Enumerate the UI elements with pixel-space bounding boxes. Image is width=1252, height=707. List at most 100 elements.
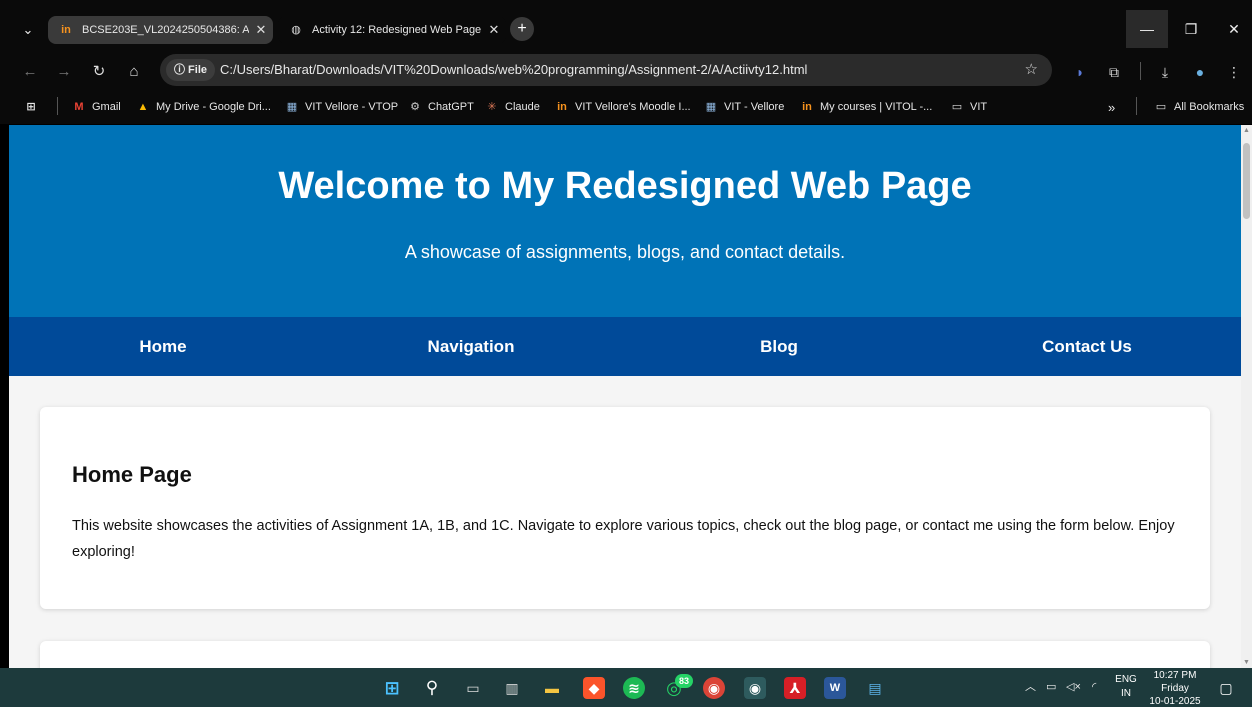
section-heading: Home Page xyxy=(72,462,192,487)
notification-center-icon[interactable]: ▢ xyxy=(1216,678,1236,698)
close-window-button[interactable]: ✕ xyxy=(1213,10,1252,48)
battery-icon[interactable]: ▭ xyxy=(1046,668,1056,707)
close-tab-icon[interactable]: ✕ xyxy=(482,22,506,38)
bookmark-gmail[interactable]: M Gmail xyxy=(72,98,121,116)
bookmark-vitol-courses[interactable]: in My courses | VITOL -... xyxy=(800,98,932,116)
bookmark-vtop[interactable]: ▦ VIT Vellore - VTOP xyxy=(285,98,398,116)
word-icon[interactable]: W xyxy=(824,677,846,699)
bookmark-label: VIT - Vellore xyxy=(724,101,785,113)
download-icon[interactable]: ⤓ xyxy=(1153,60,1177,84)
bookmarks-divider xyxy=(57,97,58,115)
bookmark-label: VIT Vellore - VTOP xyxy=(305,101,399,113)
browser-toolbar: ← → ↻ ⌂ ⓘ File C:/Users/Bharat/Downloads… xyxy=(0,54,1252,90)
nav-link-navigation[interactable]: Navigation xyxy=(317,317,625,376)
bookmark-chatgpt[interactable]: ⚙ ChatGPT xyxy=(408,98,474,116)
bookmark-vit-vellore[interactable]: ▦ VIT - Vellore xyxy=(704,98,785,116)
apps-grid-icon[interactable]: ⊞ xyxy=(24,98,44,116)
whatsapp-unread-badge: 83 xyxy=(675,674,693,688)
page-subtitle: A showcase of assignments, blogs, and co… xyxy=(404,242,846,262)
page-header: Welcome to My Redesigned Web Page A show… xyxy=(9,125,1241,317)
address-bar[interactable]: ⓘ File C:/Users/Bharat/Downloads/VIT%20D… xyxy=(160,54,1052,86)
wifi-icon[interactable]: ◜ xyxy=(1092,668,1096,707)
bookmarks-bar: ⊞ M Gmail ▲ My Drive - Google Dri... ▦ V… xyxy=(0,90,1252,124)
screen: ⌄ in BCSE203E_VL2024250504386: Assi ✕ ◍ … xyxy=(0,0,1252,707)
vtop-icon: ▦ xyxy=(286,101,298,113)
back-icon[interactable]: ← xyxy=(18,60,42,84)
moodle-icon: in xyxy=(802,101,812,113)
toolbar-divider xyxy=(1140,62,1141,80)
bookmarks-divider xyxy=(1136,97,1137,115)
url-text[interactable]: C:/Users/Bharat/Downloads/VIT%20Download… xyxy=(220,54,807,86)
chrome-icon[interactable]: ◉ xyxy=(703,677,725,699)
close-tab-icon[interactable]: ✕ xyxy=(249,22,273,38)
moodle-icon: in xyxy=(557,101,567,113)
site-info-chip[interactable]: ⓘ File xyxy=(166,59,216,81)
windows-taskbar: ⊞ ⚲ ▭ ▥ ▬ ◆ ≋ ◎ ◉ ◉ ⅄ W ▤ xyxy=(0,668,1252,707)
bookmark-vit-moodle[interactable]: in VIT Vellore's Moodle I... xyxy=(555,98,691,116)
tab-moodle-assignment[interactable]: in BCSE203E_VL2024250504386: Assi ✕ xyxy=(48,16,273,44)
globe-icon: ◍ xyxy=(291,24,301,36)
widgets-icon[interactable]: ▥ xyxy=(501,677,523,699)
tab-activity-12[interactable]: ◍ Activity 12: Redesigned Web Page ✕ xyxy=(278,16,506,44)
tab-title: BCSE203E_VL2024250504386: Assi xyxy=(82,24,249,36)
tray-overflow-chevron-icon[interactable]: ︿ xyxy=(1025,668,1036,707)
profile-avatar-icon[interactable]: ● xyxy=(1188,60,1212,84)
browser-menu-icon[interactable]: ⋮ xyxy=(1222,60,1246,84)
moodle-icon: in xyxy=(61,24,71,36)
minimize-window-button[interactable]: — xyxy=(1126,10,1168,48)
chrome-profile-icon[interactable]: ◉ xyxy=(744,677,766,699)
brave-browser-icon[interactable]: ◆ xyxy=(583,677,605,699)
restore-window-button[interactable]: ❐ xyxy=(1170,10,1212,48)
scroll-down-arrow-icon[interactable]: ▼ xyxy=(1243,659,1250,666)
reload-icon[interactable]: ↻ xyxy=(87,60,111,84)
acrobat-icon[interactable]: ⅄ xyxy=(784,677,806,699)
nav-link-blog[interactable]: Blog xyxy=(625,317,933,376)
search-icon[interactable]: ⚲ xyxy=(421,677,443,699)
section-body: This website showcases the activities of… xyxy=(72,518,1175,560)
page-title: Welcome to My Redesigned Web Page xyxy=(278,165,972,207)
next-section-card xyxy=(40,641,1210,668)
windows-start-icon[interactable]: ⊞ xyxy=(381,677,403,699)
bookmarks-overflow-icon[interactable]: » xyxy=(1108,98,1115,116)
bookmark-label: VIT xyxy=(970,101,988,113)
bookmark-folder-vit[interactable]: ▭ VIT xyxy=(950,98,987,116)
tab-search-chevron-icon[interactable]: ⌄ xyxy=(15,17,41,43)
bookmark-claude[interactable]: ✳ Claude xyxy=(485,98,539,116)
scrollbar-thumb[interactable] xyxy=(1243,143,1250,219)
extension-icon[interactable]: ◗ xyxy=(1068,60,1092,84)
tab-title: Activity 12: Redesigned Web Page xyxy=(312,24,482,36)
all-bookmarks-button[interactable]: ▭ All Bookmarks xyxy=(1154,98,1245,116)
page-scrollbar[interactable]: ▲ ▼ xyxy=(1241,125,1252,668)
nav-link-home[interactable]: Home xyxy=(9,317,317,376)
new-tab-button[interactable]: + xyxy=(510,17,534,41)
forward-icon[interactable]: → xyxy=(52,60,76,84)
extensions-puzzle-icon[interactable]: ⧉ xyxy=(1102,60,1126,84)
file-explorer-icon[interactable]: ▬ xyxy=(541,677,563,699)
browser-tab-bar: ⌄ in BCSE203E_VL2024250504386: Assi ✕ ◍ … xyxy=(0,0,1252,58)
bookmark-label: ChatGPT xyxy=(428,101,474,113)
bookmark-google-drive[interactable]: ▲ My Drive - Google Dri... xyxy=(136,98,271,116)
bookmark-label: My courses | VITOL -... xyxy=(820,101,933,113)
folder-icon: ▭ xyxy=(951,101,963,113)
bookmark-label: VIT Vellore's Moodle I... xyxy=(575,101,691,113)
speaker-muted-icon[interactable]: ◁× xyxy=(1066,668,1081,707)
scroll-up-arrow-icon[interactable]: ▲ xyxy=(1243,127,1250,134)
vit-icon: ▦ xyxy=(705,101,717,113)
bookmark-label: My Drive - Google Dri... xyxy=(156,101,271,113)
nav-link-contact-us[interactable]: Contact Us xyxy=(933,317,1241,376)
home-section-card: Home Page This website showcases the act… xyxy=(40,407,1210,609)
spotify-icon[interactable]: ≋ xyxy=(623,677,645,699)
bookmark-label: Gmail xyxy=(92,101,121,113)
clock-time: 10:27 PM xyxy=(1153,670,1197,681)
clock-date: 10-01-2025 xyxy=(1149,696,1201,707)
site-navigation: Home Navigation Blog Contact Us xyxy=(9,317,1241,376)
bookmark-star-icon[interactable]: ☆ xyxy=(1025,59,1038,81)
language-indicator[interactable]: ENG IN xyxy=(1112,673,1140,701)
home-icon[interactable]: ⌂ xyxy=(122,60,146,84)
google-drive-icon: ▲ xyxy=(137,101,149,113)
system-clock[interactable]: 10:27 PM Friday 10-01-2025 xyxy=(1146,669,1204,707)
task-view-icon[interactable]: ▭ xyxy=(462,677,484,699)
notepad-icon[interactable]: ▤ xyxy=(864,677,886,699)
all-bookmarks-label: All Bookmarks xyxy=(1174,101,1245,113)
gmail-icon: M xyxy=(74,101,84,113)
